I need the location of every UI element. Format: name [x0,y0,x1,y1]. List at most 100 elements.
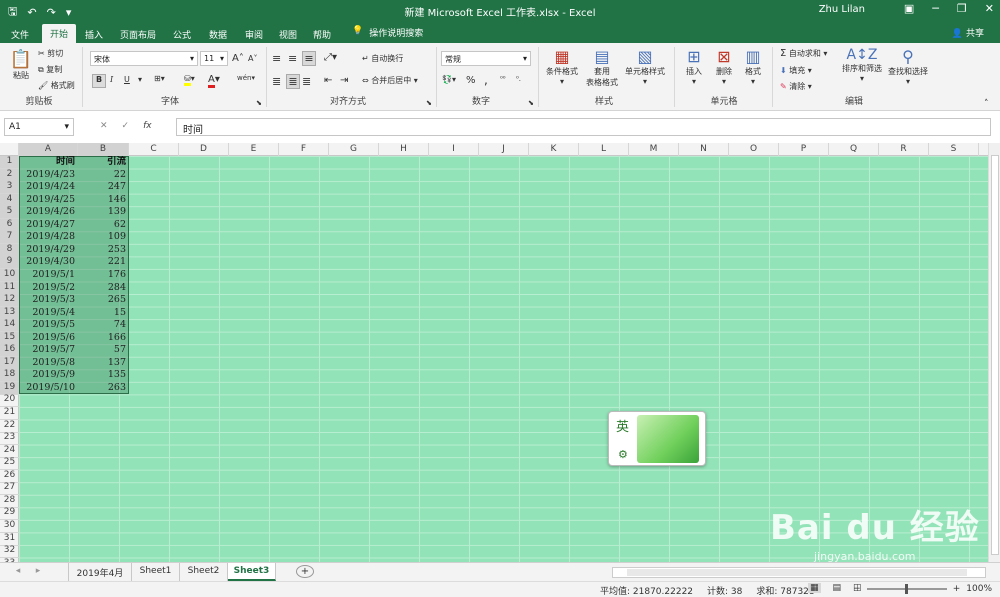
cell-a6[interactable]: 2019/4/27 [19,219,77,232]
font-name-select[interactable]: 宋体 ▾ [90,51,198,66]
underline-dropdown[interactable]: ▾ [138,75,142,84]
cell-b10[interactable]: 176 [77,269,128,282]
row-header-8[interactable]: 8 [0,243,19,257]
gear-icon[interactable]: ⚙ [618,448,628,461]
fill-color-button[interactable]: ⛁▾ [184,74,195,86]
cancel-icon[interactable]: ✕ [100,121,108,131]
row-header-12[interactable]: 12 [0,294,19,308]
orientation-button[interactable]: ⤢▾ [324,52,337,63]
row-header-28[interactable]: 28 [0,495,19,508]
sheet-tab-sheet3[interactable]: Sheet3 [228,563,276,581]
align-left-button[interactable]: ≣ [272,75,281,88]
conditional-formatting-button[interactable]: ▦ 条件格式 ▾ [542,47,582,86]
grow-font-button[interactable]: A˄ [232,53,244,64]
cell-b4[interactable]: 146 [77,194,128,207]
cell-a7[interactable]: 2019/4/28 [19,231,77,244]
enter-icon[interactable]: ✓ [122,121,130,131]
cell-a4[interactable]: 2019/4/25 [19,194,77,207]
insert-cells-button[interactable]: ⊞ 插入 ▾ [680,47,708,86]
column-header-d[interactable]: D [179,143,229,156]
row-header-5[interactable]: 5 [0,206,19,220]
column-header-l[interactable]: L [579,143,629,156]
row-header-9[interactable]: 9 [0,256,19,270]
insert-function-icon[interactable]: fx [143,121,152,131]
column-header-p[interactable]: P [779,143,829,156]
scroll-sheets-left-icon[interactable]: ◂ [10,563,26,581]
cell-b18[interactable]: 135 [77,369,128,382]
column-header-m[interactable]: M [629,143,679,156]
user-name[interactable]: Zhu Lilan [819,4,865,15]
row-header-31[interactable]: 31 [0,533,19,546]
zoom-level[interactable]: 100% [966,584,992,594]
cell-b9[interactable]: 221 [77,256,128,269]
format-cells-button[interactable]: ▥ 格式 ▾ [740,47,766,86]
accounting-format-button[interactable]: 💱▾ [442,75,456,84]
cell-a2[interactable]: 2019/4/23 [19,169,77,182]
zoom-in-icon[interactable]: + [953,584,961,594]
add-sheet-button[interactable]: + [296,565,314,578]
row-header-26[interactable]: 26 [0,470,19,483]
cell-a15[interactable]: 2019/5/6 [19,332,77,345]
row-header-27[interactable]: 27 [0,482,19,496]
align-center-button[interactable]: ≣ [286,74,300,89]
comma-button[interactable]: , [484,73,488,87]
align-right-button[interactable]: ≣ [302,75,311,88]
share-button[interactable]: 👤 共享 [952,26,984,39]
merge-center-button[interactable]: ⇔ 合并后居中 ▾ [362,75,418,86]
zoom-slider[interactable] [866,584,947,594]
underline-button[interactable]: U [124,75,130,84]
italic-button[interactable]: I [110,75,113,84]
font-color-button[interactable]: A▾ [208,74,220,88]
increase-decimal-button[interactable]: ⁰⁰ [500,75,506,83]
formula-input[interactable]: 时间 [176,118,991,136]
cell-b5[interactable]: 139 [77,206,128,219]
cell-b16[interactable]: 57 [77,344,128,357]
row-header-10[interactable]: 10 [0,268,19,282]
cell-b15[interactable]: 166 [77,332,128,345]
cell-a14[interactable]: 2019/5/5 [19,319,77,332]
cell-styles-button[interactable]: ▧ 单元格样式 ▾ [622,47,668,86]
paste-button[interactable]: 📋 粘贴 [8,49,34,81]
cell-a5[interactable]: 2019/4/26 [19,206,77,219]
row-header-29[interactable]: 29 [0,507,19,521]
row-header-32[interactable]: 32 [0,545,19,559]
cell-b17[interactable]: 137 [77,357,128,370]
cut-button[interactable]: ✂ 剪切 [38,48,63,59]
copy-button[interactable]: ⧉ 复制 [38,64,62,75]
cell-a1[interactable]: 时间 [19,156,77,169]
column-header-s[interactable]: S [929,143,979,156]
cell-a8[interactable]: 2019/4/29 [19,244,77,257]
cell-a11[interactable]: 2019/5/2 [19,282,77,295]
row-header-30[interactable]: 30 [0,520,19,533]
fill-button[interactable]: ⬇ 填充 ▾ [780,65,812,76]
row-header-14[interactable]: 14 [0,319,19,333]
ribbon-display-icon[interactable]: ▣ [904,2,914,15]
cell-b14[interactable]: 74 [77,319,128,332]
cell-b1[interactable]: 引流 [77,156,128,169]
row-header-23[interactable]: 23 [0,432,19,446]
restore-icon[interactable]: ❐ [957,2,967,15]
tab-file[interactable]: 文件 [6,25,34,43]
column-header-r[interactable]: R [879,143,929,156]
row-header-22[interactable]: 22 [0,420,19,433]
zoom-out-icon[interactable]: − [853,584,861,594]
column-header-a[interactable]: A [19,143,78,156]
column-header-i[interactable]: I [429,143,479,156]
tab-help[interactable]: 帮助 [308,25,336,43]
font-size-select[interactable]: 11 ▾ [200,51,228,66]
align-top-button[interactable]: ≡ [272,52,281,65]
cell-a3[interactable]: 2019/4/24 [19,181,77,194]
column-header-q[interactable]: Q [829,143,879,156]
column-header-h[interactable]: H [379,143,429,156]
row-header-18[interactable]: 18 [0,369,19,383]
row-header-16[interactable]: 16 [0,344,19,358]
row-header-3[interactable]: 3 [0,181,19,195]
column-header-c[interactable]: C [129,143,179,156]
alignment-dialog-launcher[interactable]: ⬊ [426,99,432,107]
font-dialog-launcher[interactable]: ⬊ [256,99,262,107]
column-header-b[interactable]: B [78,143,129,156]
tab-formulas[interactable]: 公式 [168,25,196,43]
horizontal-scrollbar[interactable] [612,567,986,578]
row-header-17[interactable]: 17 [0,356,19,370]
row-header-20[interactable]: 20 [0,394,19,408]
